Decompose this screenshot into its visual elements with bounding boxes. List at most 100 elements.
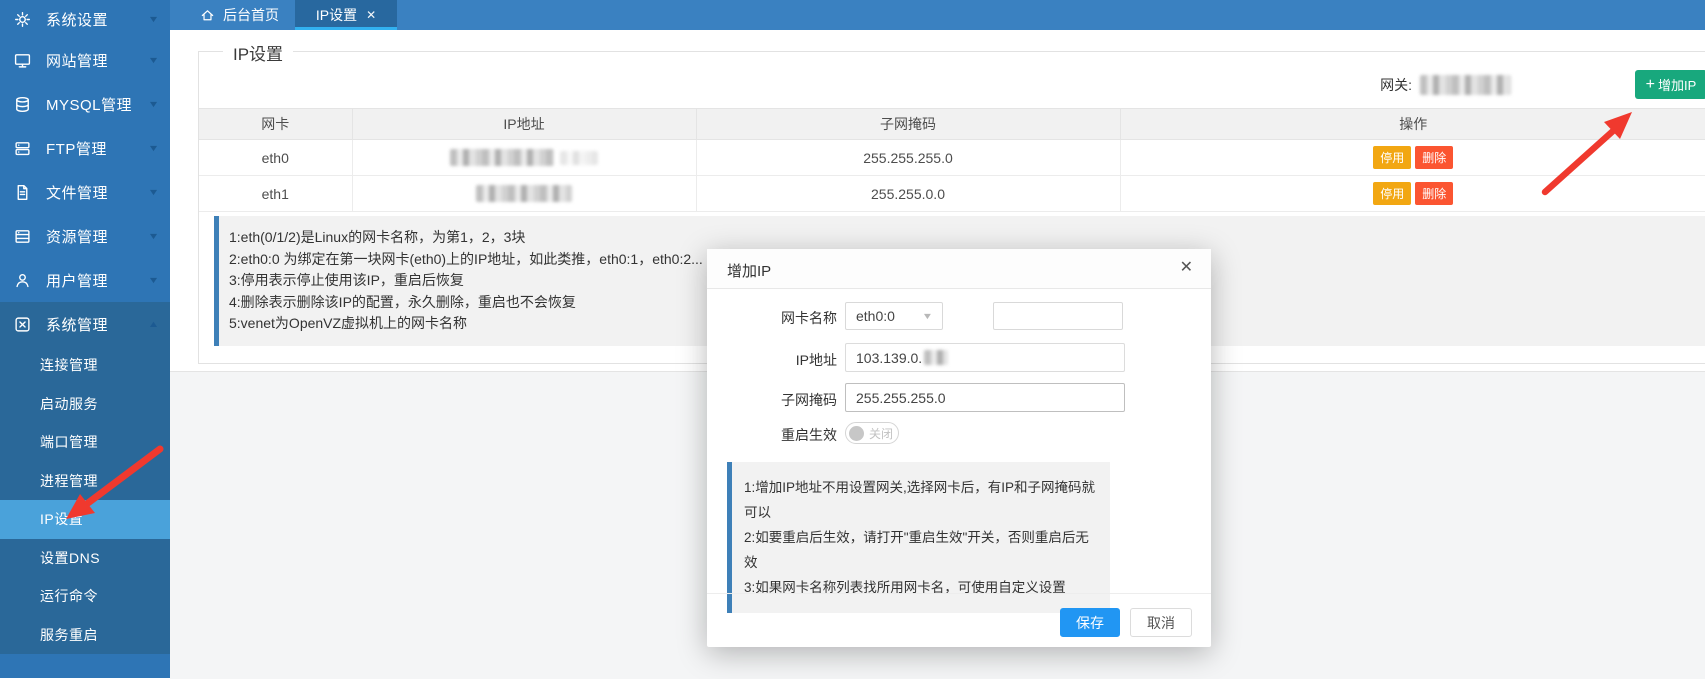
sidebar-expanded-group: 系统管理▲连接管理启动服务端口管理进程管理IP设置设置DNS运行命令服务重启 [0,302,170,654]
mask-cell: 255.255.255.0 [696,140,1120,176]
tab-home[interactable]: 后台首页 [190,0,289,30]
plus-icon: + [1646,77,1655,93]
note-line: 1:eth(0/1/2)是Linux的网卡名称，为第1，2，3块 [219,227,1705,249]
note-line: 3:如果网卡名称列表找所用网卡名，可使用自定义设置 [744,575,1100,600]
database-icon [14,96,31,113]
ftp-icon [14,140,31,157]
tab-close-icon[interactable]: ✕ [366,8,376,22]
modal-close-icon[interactable]: ✕ [1180,260,1193,276]
note-line: 2:如要重启后生效，请打开"重启生效"开关，否则重启后无效 [744,525,1100,575]
sidebar-subitem-设置DNS[interactable]: 设置DNS [0,539,170,578]
subnet-mask-row: 子网掩码 255.255.255.0 [707,383,1211,412]
add-ip-button[interactable]: + 增加IP [1635,70,1705,99]
chevron-down-icon: ▼ [148,143,160,153]
custom-name-input[interactable] [993,302,1123,330]
chevron-down-icon: ▼ [148,99,160,109]
sidebar-item-文件管理[interactable]: 文件管理▼ [0,170,170,214]
save-button[interactable]: 保存 [1060,608,1120,637]
topbar: 后台首页 IP设置 ✕ [170,0,1705,30]
ip-cell-redacted [352,176,696,212]
add-ip-button-label: 增加IP [1658,75,1696,94]
modal-header: 增加IP ✕ [707,249,1211,289]
cancel-button[interactable]: 取消 [1130,608,1192,637]
gear-icon [14,11,31,28]
sidebar-item-MYSQL管理[interactable]: MYSQL管理▼ [0,82,170,126]
table-row: eth0 255.255.255.0 停用删除 [199,140,1705,176]
sidebar-subitem-端口管理[interactable]: 端口管理 [0,423,170,462]
sidebar-subitem-启动服务[interactable]: 启动服务 [0,385,170,424]
nic-name-label: 网卡名称 [707,308,837,328]
ip-redacted-block [476,185,572,202]
subnet-mask-value: 255.255.255.0 [856,390,946,406]
page-title: IP设置 [223,40,293,65]
sidebar-item-label: FTP管理 [46,138,149,159]
sidebar-item-系统管理[interactable]: 系统管理▲ [0,302,170,346]
resource-icon [14,228,31,245]
subnet-mask-label: 子网掩码 [707,390,837,410]
ip-redacted-block [560,151,598,165]
sidebar: 系统设置▼网站管理▼MYSQL管理▼FTP管理▼文件管理▼资源管理▼用户管理▼系… [0,0,170,678]
subnet-mask-input[interactable]: 255.255.255.0 [845,383,1125,412]
chevron-down-icon: ▼ [148,14,160,24]
nic-select[interactable]: eth0:0 ▼ [845,302,943,330]
sidebar-subitem-服务重启[interactable]: 服务重启 [0,616,170,655]
nic-name-row: 网卡名称 eth0:0 ▼ 定义 [707,302,1211,330]
stop-ip-button[interactable]: 停用 [1373,146,1411,169]
nic-cell: eth0 [199,140,352,176]
delete-ip-button[interactable]: 删除 [1415,146,1453,169]
note-line: 1:增加IP地址不用设置网关,选择网卡后，有IP和子网掩码就可以 [744,475,1100,525]
nic-select-value: eth0:0 [856,308,895,324]
ip-cell-redacted [352,140,696,176]
chevron-down-icon: ▼ [148,275,160,285]
chevron-down-icon: ▼ [148,231,160,241]
sidebar-item-label: 系统管理 [46,314,149,335]
sidebar-filler [0,654,170,678]
user-icon [14,272,31,289]
sidebar-subitem-进程管理[interactable]: 进程管理 [0,462,170,501]
sidebar-item-label: 系统设置 [46,9,149,30]
ip-redacted-block [450,149,554,166]
gateway-row: 网关: [1380,70,1511,100]
actions-cell: 停用删除 [1120,176,1705,212]
sidebar-item-系统设置[interactable]: 系统设置▼ [0,0,170,38]
ip-table: 网卡IP地址子网掩码操作 eth0255.255.255.0停用删除eth125… [199,108,1705,212]
monitor-icon [14,52,31,69]
sidebar-subitem-运行命令[interactable]: 运行命令 [0,577,170,616]
sidebar-item-label: 文件管理 [46,182,149,203]
sidebar-subitem-连接管理[interactable]: 连接管理 [0,346,170,385]
modal-footer-divider [707,593,1211,594]
chevron-up-icon: ▲ [148,319,160,329]
modal-title: 增加IP [727,260,771,281]
restart-row: 重启生效 关闭 [707,422,1211,444]
stop-ip-button[interactable]: 停用 [1373,182,1411,205]
chevron-down-icon: ▼ [148,187,160,197]
tab-active-label: IP设置 [316,5,357,25]
mask-cell: 255.255.0.0 [696,176,1120,212]
sidebar-item-FTP管理[interactable]: FTP管理▼ [0,126,170,170]
sidebar-item-label: 网站管理 [46,50,149,71]
restart-toggle[interactable]: 关闭 [845,422,899,444]
sidebar-item-label: MYSQL管理 [46,94,149,115]
ip-table-header: 网卡IP地址子网掩码操作 [199,109,1705,140]
delete-ip-button[interactable]: 删除 [1415,182,1453,205]
ip-address-value: 103.139.0. [856,350,922,366]
sidebar-item-label: 资源管理 [46,226,149,247]
toggle-knob-icon [849,426,864,441]
sidebar-item-用户管理[interactable]: 用户管理▼ [0,258,170,302]
column-header: IP地址 [352,109,696,140]
sidebar-item-网站管理[interactable]: 网站管理▼ [0,38,170,82]
toggle-state-label: 关闭 [869,425,893,442]
table-row: eth1255.255.0.0停用删除 [199,176,1705,212]
sidebar-item-资源管理[interactable]: 资源管理▼ [0,214,170,258]
column-header: 网卡 [199,109,352,140]
gateway-value-redacted [1420,75,1511,95]
column-header: 操作 [1120,109,1705,140]
ip-address-input[interactable]: 103.139.0. [845,343,1125,372]
nic-cell: eth1 [199,176,352,212]
ip-address-row: IP地址 103.139.0. [707,343,1211,372]
chevron-down-icon: ▼ [922,311,934,321]
home-icon [200,8,215,23]
ip-address-label: IP地址 [707,350,837,370]
sidebar-subitem-IP设置[interactable]: IP设置 [0,500,170,539]
tab-ip-settings[interactable]: IP设置 ✕ [295,0,397,30]
